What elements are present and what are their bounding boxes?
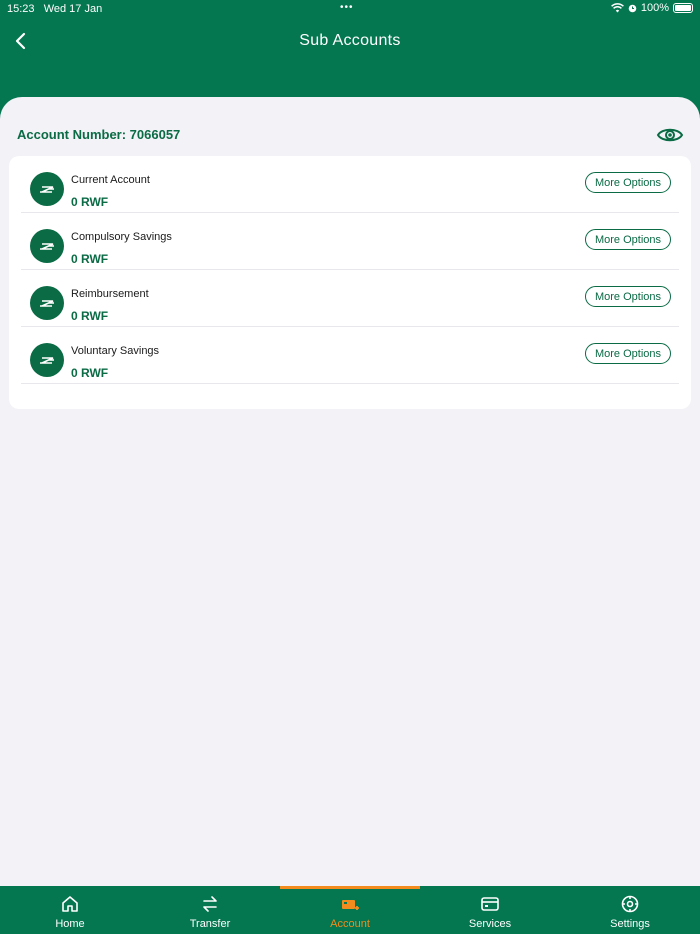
gear-icon bbox=[620, 894, 640, 914]
sub-account-balance: 0 RWF bbox=[71, 366, 109, 380]
page-title: Sub Accounts bbox=[299, 32, 401, 49]
home-icon bbox=[60, 894, 80, 914]
card-icon bbox=[480, 894, 500, 914]
more-options-button[interactable]: More Options bbox=[585, 172, 671, 193]
sub-account-balance: 0 RWF bbox=[71, 195, 109, 209]
bank-logo-icon bbox=[30, 286, 64, 320]
bottom-tab-bar: Home Transfer Account Services Settings bbox=[0, 886, 700, 934]
account-number: Account Number: 7066057 bbox=[17, 127, 181, 142]
sub-account-balance: 0 RWF bbox=[71, 252, 109, 266]
tab-label: Home bbox=[55, 918, 85, 930]
tab-services[interactable]: Services bbox=[420, 886, 560, 934]
account-icon bbox=[340, 894, 360, 914]
sub-accounts-card: Current Account 0 RWF More Options Compu… bbox=[9, 156, 691, 409]
tab-label: Transfer bbox=[189, 918, 231, 930]
wifi-icon bbox=[610, 3, 624, 13]
tab-label: Services bbox=[468, 918, 512, 930]
more-options-button[interactable]: More Options bbox=[585, 343, 671, 364]
tab-label: Account bbox=[330, 918, 370, 930]
sub-account-row: Current Account 0 RWF More Options bbox=[21, 156, 679, 213]
sub-account-row: Voluntary Savings 0 RWF More Options bbox=[21, 327, 679, 384]
tab-label: Settings bbox=[610, 918, 650, 930]
transfer-icon bbox=[200, 894, 220, 914]
eye-icon bbox=[656, 128, 684, 142]
alarm-icon bbox=[628, 4, 637, 13]
sub-account-balance: 0 RWF bbox=[71, 309, 109, 323]
battery-icon bbox=[673, 3, 693, 13]
tab-account[interactable]: Account bbox=[280, 886, 420, 934]
bank-logo-icon bbox=[30, 343, 64, 377]
more-options-button[interactable]: More Options bbox=[585, 229, 671, 250]
toggle-visibility-button[interactable] bbox=[656, 125, 684, 145]
tab-transfer[interactable]: Transfer bbox=[140, 886, 280, 934]
status-time: 15:23 Wed 17 Jan bbox=[7, 3, 103, 15]
sub-account-name: Voluntary Savings bbox=[71, 345, 160, 357]
active-tab-indicator bbox=[280, 886, 420, 889]
sub-account-row: Reimbursement 0 RWF More Options bbox=[21, 270, 679, 327]
sub-account-name: Reimbursement bbox=[71, 288, 149, 300]
tab-settings[interactable]: Settings bbox=[560, 886, 700, 934]
main-content: Account Number: 7066057 Current Account … bbox=[0, 97, 700, 886]
bank-logo-icon bbox=[30, 172, 64, 206]
multitasking-dots-icon[interactable]: ••• bbox=[340, 2, 354, 13]
tab-home[interactable]: Home bbox=[0, 886, 140, 934]
sub-account-name: Compulsory Savings bbox=[71, 231, 172, 243]
bank-logo-icon bbox=[30, 229, 64, 263]
sub-account-name: Current Account bbox=[71, 174, 150, 186]
more-options-button[interactable]: More Options bbox=[585, 286, 671, 307]
status-indicators: 100% bbox=[610, 2, 693, 14]
status-bar: 15:23 Wed 17 Jan ••• 100% bbox=[0, 0, 700, 18]
sub-account-row: Compulsory Savings 0 RWF More Options bbox=[21, 213, 679, 270]
battery-percent: 100% bbox=[640, 2, 669, 14]
